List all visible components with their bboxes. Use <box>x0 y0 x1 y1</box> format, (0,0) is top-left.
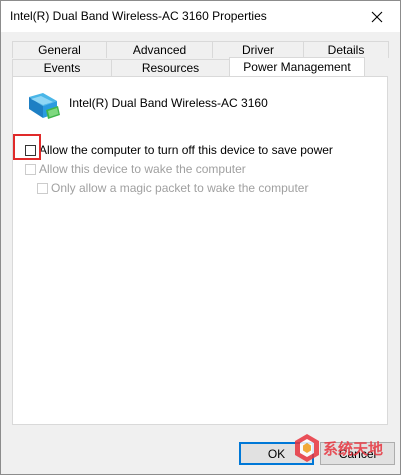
tab-resources[interactable]: Resources <box>111 59 230 76</box>
magic-packet-row: Only allow a magic packet to wake the co… <box>37 181 308 195</box>
magic-packet-label: Only allow a magic packet to wake the co… <box>51 181 309 195</box>
tab-label: Resources <box>141 61 200 75</box>
tab-label: Power Management <box>243 60 351 74</box>
watermark: 系统天地 <box>294 433 383 463</box>
tab-label: Events <box>43 61 81 75</box>
tab-events[interactable]: Events <box>12 59 112 76</box>
allow-wake-row: Allow this device to wake the computer <box>25 162 246 176</box>
allow-turn-off-row[interactable]: Allow the computer to turn off this devi… <box>25 143 333 157</box>
title-bar[interactable]: Intel(R) Dual Band Wireless-AC 3160 Prop… <box>1 1 400 32</box>
tab-label: Details <box>327 43 365 57</box>
watermark-logo-icon <box>295 434 319 462</box>
tab-details[interactable]: Details <box>303 41 389 58</box>
tab-driver[interactable]: Driver <box>212 41 304 58</box>
allow-wake-label: Allow this device to wake the computer <box>39 162 246 176</box>
allow-turn-off-label[interactable]: Allow the computer to turn off this devi… <box>39 143 333 157</box>
tab-label: General <box>38 43 81 57</box>
properties-dialog: Intel(R) Dual Band Wireless-AC 3160 Prop… <box>0 0 401 475</box>
allow-wake-checkbox <box>25 163 36 175</box>
tab-label: Advanced <box>132 43 187 57</box>
power-management-panel: Intel(R) Dual Band Wireless-AC 3160 Allo… <box>12 76 388 425</box>
watermark-text: 系统天地 <box>323 439 384 458</box>
tab-general[interactable]: General <box>12 41 107 58</box>
magic-packet-checkbox <box>37 182 48 194</box>
close-button[interactable] <box>354 1 400 32</box>
tab-power-management[interactable]: Power Management <box>229 57 365 76</box>
window-title: Intel(R) Dual Band Wireless-AC 3160 Prop… <box>10 9 267 23</box>
close-icon <box>371 11 383 22</box>
device-name: Intel(R) Dual Band Wireless-AC 3160 <box>69 96 268 110</box>
tab-label: Driver <box>242 43 274 57</box>
network-adapter-icon <box>27 91 61 124</box>
ok-label: OK <box>267 446 286 461</box>
highlight-box <box>13 134 41 160</box>
tab-advanced[interactable]: Advanced <box>106 41 213 58</box>
